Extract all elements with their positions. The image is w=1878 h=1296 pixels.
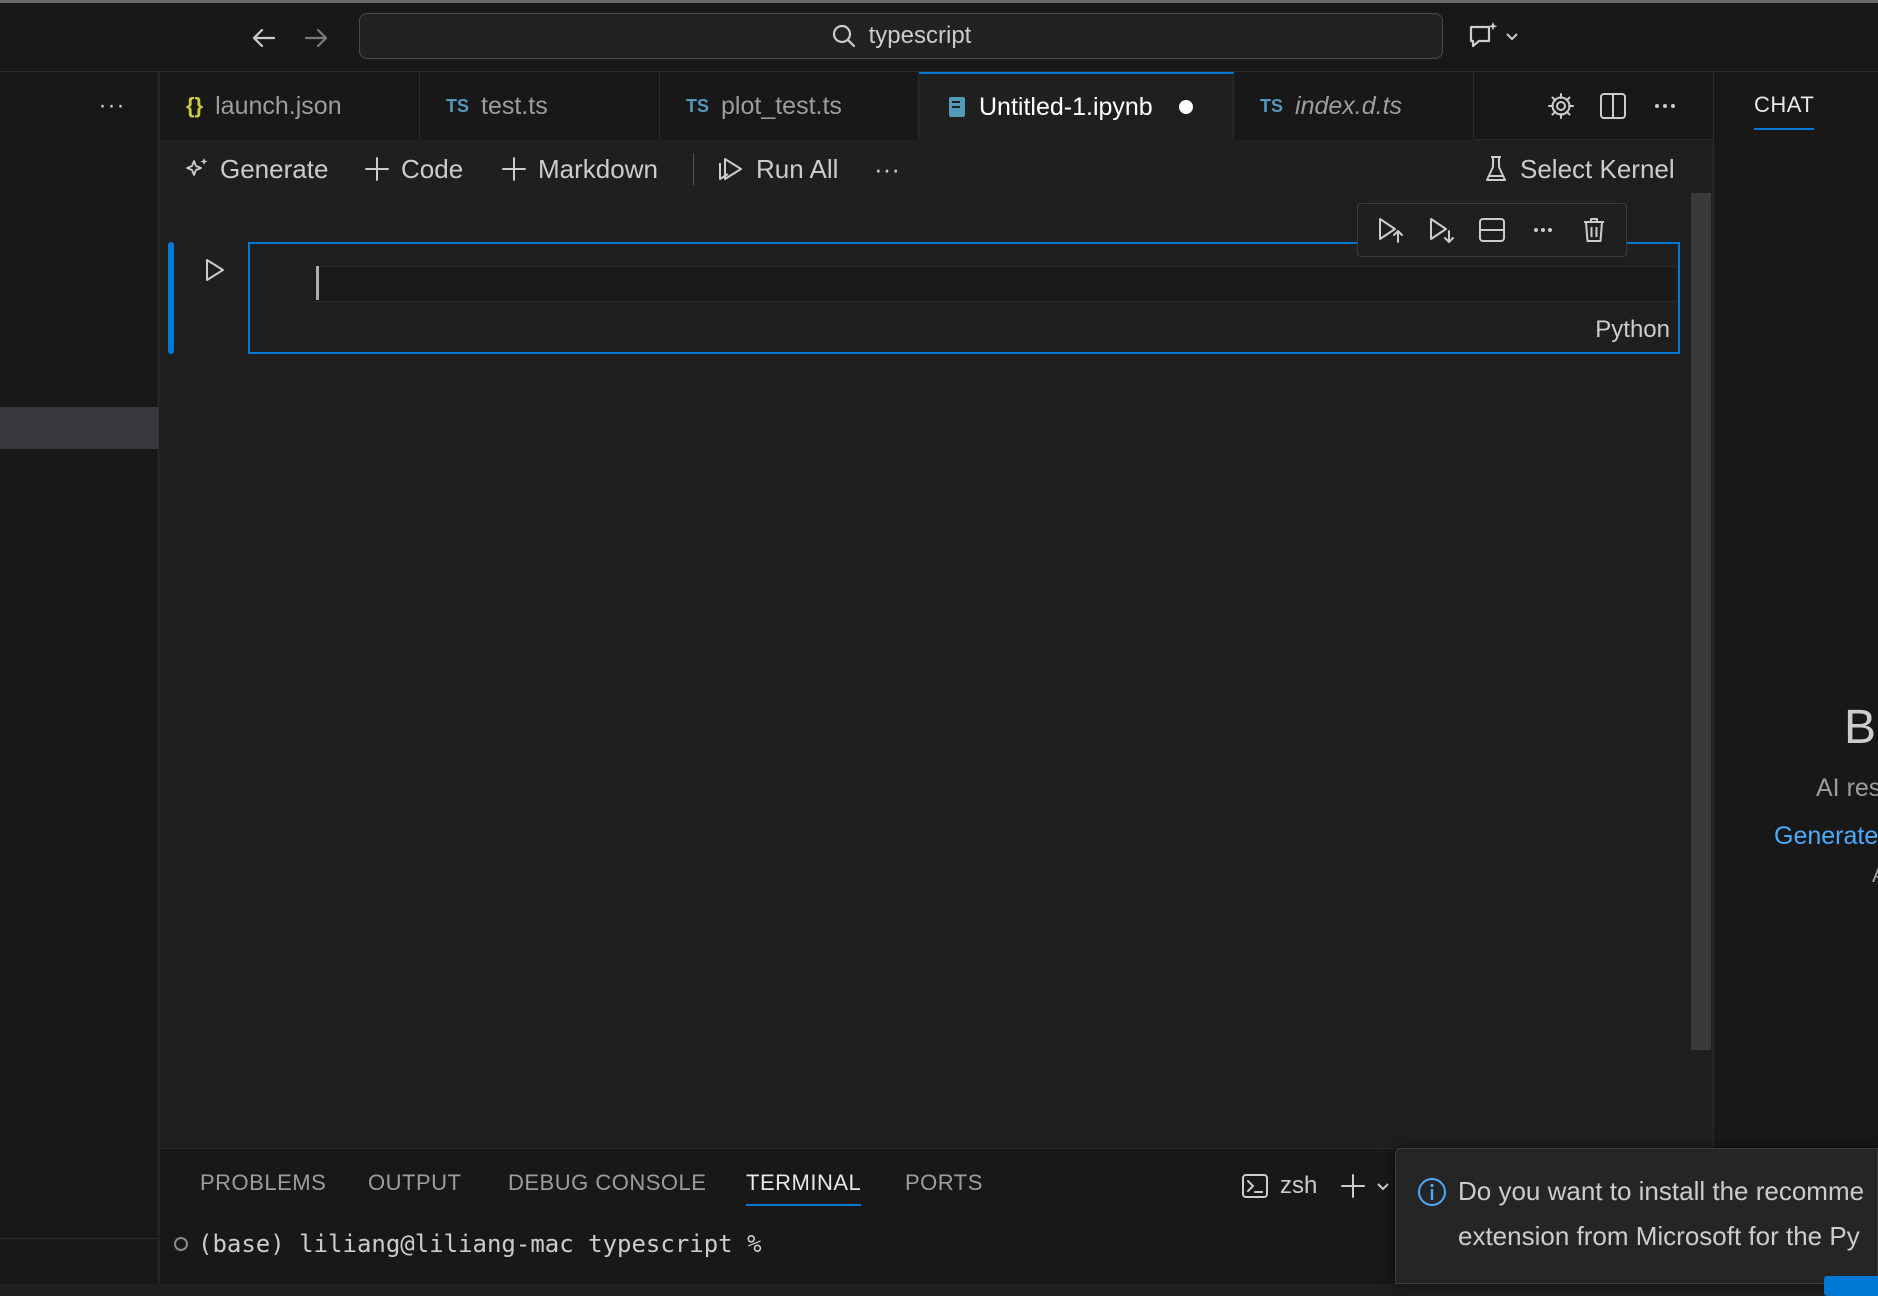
cell-language-picker[interactable]: Python	[1560, 316, 1670, 346]
terminal-prompt-text: (base) liliang@liliang-mac typescript %	[198, 1230, 762, 1258]
split-editor-icon[interactable]	[1593, 86, 1633, 126]
toolbar-separator	[693, 153, 694, 185]
new-terminal-plus-icon[interactable]	[1336, 1166, 1370, 1206]
more-actions-icon[interactable]	[1645, 86, 1685, 126]
tab-test-ts[interactable]: TS test.ts	[420, 72, 660, 140]
panel-tab-terminal[interactable]: TERMINAL	[746, 1170, 862, 1206]
run-all-label: Run All	[756, 153, 839, 184]
editor-scrollbar[interactable]	[1691, 193, 1711, 1050]
notification-install-button[interactable]	[1824, 1276, 1878, 1296]
info-icon	[1416, 1176, 1448, 1208]
search-text: typescript	[868, 22, 972, 49]
generate-button[interactable]: Generate	[182, 148, 328, 190]
cell-focus-indicator	[168, 242, 174, 354]
panel-tab-ports[interactable]: PORTS	[905, 1170, 983, 1204]
more-label: ···	[874, 153, 900, 184]
chat-generate-link[interactable]: Generate	[1774, 822, 1878, 851]
terminal-shell-selector[interactable]: zsh	[1240, 1166, 1317, 1206]
notebook-icon	[947, 95, 967, 119]
notebook-more-button[interactable]: ···	[874, 148, 900, 190]
generate-label: Generate	[220, 153, 329, 184]
run-above-icon[interactable]	[1370, 210, 1410, 250]
forward-arrow-icon[interactable]	[298, 20, 334, 56]
run-all-icon	[716, 154, 746, 184]
tab-index-d-ts[interactable]: TS index.d.ts	[1234, 72, 1474, 140]
chat-text-fragment: A	[1872, 862, 1878, 888]
sidebar-more-actions[interactable]: ···	[92, 86, 132, 126]
split-cell-icon[interactable]	[1472, 210, 1512, 250]
tab-label: test.ts	[481, 91, 548, 120]
add-code-cell-button[interactable]: Code	[363, 148, 463, 190]
plus-icon	[363, 155, 391, 183]
select-kernel-button[interactable]: Select Kernel	[1482, 148, 1675, 190]
tab-label: launch.json	[215, 91, 342, 120]
typescript-icon: TS	[686, 95, 710, 116]
cell-editor-input[interactable]	[314, 266, 1676, 302]
select-kernel-label: Select Kernel	[1520, 153, 1675, 184]
play-icon	[200, 256, 228, 284]
tab-plot-test-ts[interactable]: TS plot_test.ts	[660, 72, 919, 140]
trash-icon[interactable]	[1574, 210, 1614, 250]
terminal-prompt[interactable]: (base) liliang@liliang-mac typescript %	[174, 1230, 762, 1258]
panel-tab-output[interactable]: OUTPUT	[368, 1170, 461, 1204]
chevron-down-icon[interactable]	[1372, 1166, 1394, 1206]
search-icon	[831, 23, 857, 49]
gear-icon[interactable]	[1541, 86, 1581, 126]
back-arrow-icon[interactable]	[246, 20, 282, 56]
terminal-icon	[1240, 1171, 1270, 1201]
command-center-search[interactable]: typescript	[359, 13, 1443, 59]
panel-tab-problems[interactable]: PROBLEMS	[200, 1170, 326, 1204]
chat-welcome-heading: B	[1844, 701, 1877, 754]
sidebar	[0, 72, 159, 1284]
flask-icon	[1482, 154, 1510, 184]
tab-label: plot_test.ts	[721, 91, 842, 120]
text-cursor	[316, 266, 319, 300]
notification-toast	[1395, 1148, 1878, 1284]
tab-launch-json[interactable]: {} launch.json	[160, 72, 420, 140]
panel-tab-debug-console[interactable]: DEBUG CONSOLE	[508, 1170, 706, 1204]
cell-toolbar	[1357, 203, 1627, 257]
tab-untitled-ipynb[interactable]: Untitled-1.ipynb	[919, 72, 1234, 140]
plus-icon	[500, 155, 528, 183]
command-status-icon	[174, 1237, 188, 1251]
json-braces-icon: {}	[186, 93, 204, 118]
shell-name: zsh	[1280, 1172, 1318, 1199]
tab-label: Untitled-1.ipynb	[979, 92, 1153, 121]
run-below-icon[interactable]	[1421, 210, 1461, 250]
notification-message-line-1: Do you want to install the recomme	[1458, 1176, 1865, 1206]
code-label: Code	[401, 153, 464, 184]
chevron-down-icon	[1504, 28, 1520, 44]
run-all-button[interactable]: Run All	[716, 148, 838, 190]
cell-more-icon[interactable]	[1523, 210, 1563, 250]
sparkle-icon	[182, 155, 210, 183]
chat-tab[interactable]: CHAT	[1754, 92, 1815, 130]
chat-panel	[1713, 72, 1878, 1284]
unsaved-dot-icon[interactable]	[1178, 100, 1193, 114]
copilot-chat-toggle[interactable]	[1466, 16, 1530, 56]
chat-welcome-subtext: AI res	[1816, 774, 1878, 802]
tab-label: index.d.ts	[1295, 91, 1403, 120]
typescript-icon: TS	[1260, 95, 1284, 116]
notification-message-line-2: extension from Microsoft for the Py	[1458, 1221, 1860, 1251]
add-markdown-cell-button[interactable]: Markdown	[500, 148, 658, 190]
sidebar-divider	[0, 1238, 159, 1239]
typescript-icon: TS	[446, 95, 470, 116]
run-cell-button[interactable]	[196, 252, 232, 288]
chat-sparkle-icon	[1466, 19, 1500, 53]
markdown-label: Markdown	[538, 153, 658, 184]
sidebar-selected-item[interactable]	[0, 407, 159, 449]
